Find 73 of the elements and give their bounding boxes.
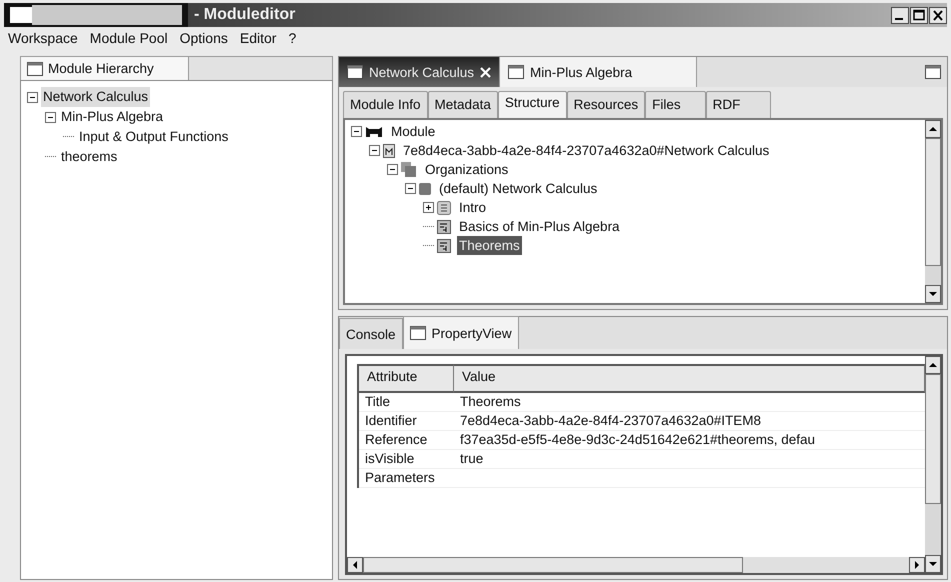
- table-cell: Title: [359, 393, 454, 412]
- collapse-icon[interactable]: [405, 183, 416, 194]
- tab[interactable]: Structure: [498, 91, 567, 118]
- window-icon: [410, 326, 426, 340]
- collapse-icon[interactable]: [45, 112, 56, 122]
- tab[interactable]: Files: [645, 91, 706, 118]
- tab-label: Network Calculus: [369, 64, 474, 80]
- table-cell: isVisible: [359, 450, 454, 469]
- menu-item[interactable]: Module Pool: [90, 30, 168, 47]
- scrollbar[interactable]: [925, 120, 941, 303]
- column-header[interactable]: Attribute: [359, 364, 454, 393]
- menu-item[interactable]: Options: [180, 30, 228, 47]
- robot-icon: [365, 124, 383, 138]
- table-cell: Identifier: [359, 412, 454, 431]
- tab[interactable]: RDF: [706, 91, 772, 118]
- collapse-icon[interactable]: [27, 92, 38, 102]
- document-icon: [383, 144, 395, 158]
- tree-item[interactable]: Min-Plus Algebra: [59, 107, 166, 127]
- scrollbar-thumb[interactable]: [925, 138, 941, 266]
- table-cell: f37ea35d-e5f5-4e8e-9d3c-24d51642e621#theorems, defau: [454, 431, 925, 450]
- panel-tab[interactable]: Module Hierarchy: [21, 57, 189, 80]
- table-cell: Reference: [359, 431, 454, 450]
- table-cell: Parameters: [359, 469, 454, 488]
- scrollbar[interactable]: [925, 356, 941, 573]
- tree-item[interactable]: 7e8d4eca-3abb-4a2e-84f4-23707a4632a0#Network Calculus: [401, 141, 772, 160]
- editor-tab[interactable]: Network Calculus: [339, 57, 500, 87]
- collapse-icon[interactable]: [387, 164, 398, 175]
- panel-tab[interactable]: PropertyView: [402, 316, 519, 349]
- tree-item[interactable]: Theorems: [457, 236, 522, 255]
- tree-item[interactable]: Intro: [457, 198, 488, 217]
- window-icon: [508, 65, 524, 79]
- list-icon: [437, 200, 451, 214]
- table-cell: true: [454, 450, 925, 469]
- tab-label: PropertyView: [432, 326, 512, 340]
- close-button[interactable]: [929, 6, 947, 24]
- tree-item[interactable]: theorems: [59, 147, 120, 167]
- tree-item[interactable]: Input & Output Functions: [77, 127, 230, 147]
- page-icon: [437, 220, 451, 234]
- expand-icon[interactable]: [423, 202, 434, 213]
- tree-item[interactable]: Module: [389, 122, 438, 141]
- window-icon: [27, 62, 43, 76]
- maximize-button[interactable]: [910, 6, 928, 24]
- tree-item[interactable]: (default) Network Calculus: [437, 179, 600, 198]
- window-title: - Moduleditor: [194, 6, 296, 24]
- folders-icon: [401, 162, 417, 177]
- tree-item[interactable]: Organizations: [423, 160, 510, 179]
- column-header[interactable]: Value: [454, 364, 925, 393]
- tree-item[interactable]: Basics of Min-Plus Algebra: [457, 217, 622, 236]
- collapse-icon[interactable]: [351, 126, 362, 137]
- minimize-button[interactable]: [891, 6, 909, 24]
- tab[interactable]: Metadata: [428, 91, 498, 118]
- scrollbar-thumb[interactable]: [363, 557, 743, 573]
- square-icon: [419, 182, 431, 194]
- tab-label: Min-Plus Algebra: [530, 64, 632, 80]
- maximize-icon: [925, 65, 941, 79]
- menu-item[interactable]: Editor: [240, 30, 276, 47]
- table-cell: 7e8d4eca-3abb-4a2e-84f4-23707a4632a0#ITEM8: [454, 412, 925, 431]
- tab[interactable]: Resources: [566, 91, 646, 118]
- editor-tab[interactable]: Min-Plus Algebra: [500, 57, 698, 87]
- window-icon: [347, 65, 363, 79]
- tab[interactable]: Module Info: [343, 91, 428, 118]
- page-icon: [437, 238, 451, 252]
- table-cell: Theorems: [454, 393, 925, 412]
- close-icon[interactable]: [480, 66, 492, 78]
- collapse-icon[interactable]: [369, 145, 380, 156]
- app-icon: [10, 7, 32, 23]
- menu-item[interactable]: ?: [288, 30, 296, 47]
- tree-item[interactable]: Network Calculus: [41, 87, 150, 107]
- scrollbar-thumb[interactable]: [925, 374, 941, 504]
- scrollbar[interactable]: [347, 557, 925, 573]
- menu-item[interactable]: Workspace: [8, 30, 78, 47]
- tab-label: Module Hierarchy: [48, 61, 154, 76]
- tab-label: Console: [346, 326, 396, 342]
